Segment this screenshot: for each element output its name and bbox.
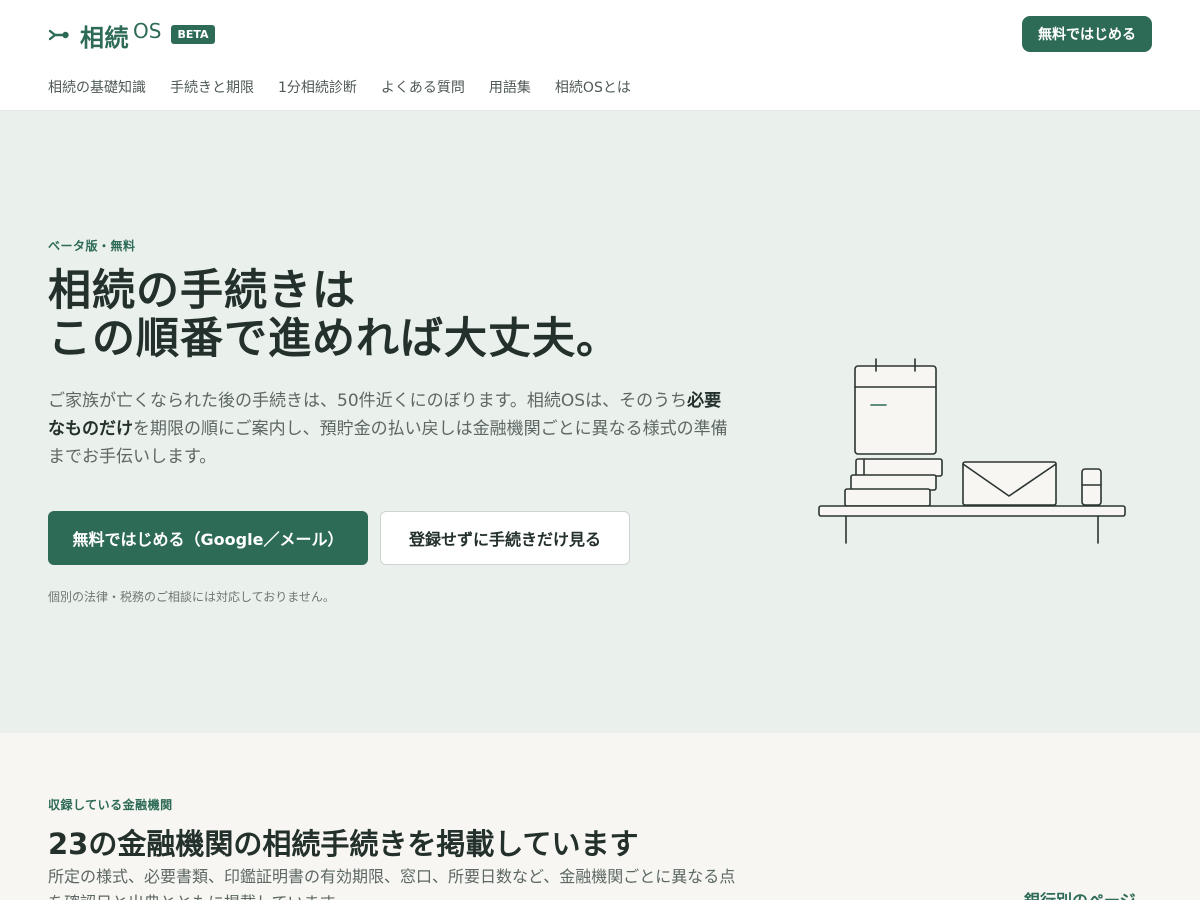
nav-item-faq[interactable]: よくある質問 xyxy=(381,76,465,100)
nav-item-procedures[interactable]: 手続きと期限 xyxy=(170,76,254,100)
calendar-icon xyxy=(854,358,937,455)
books-icon xyxy=(844,458,943,507)
hero-section: ベータ版・無料 相続の手続きは この順番で進めれば大丈夫。 ご家族が亡くなられた… xyxy=(0,111,1200,733)
envelope-icon xyxy=(962,461,1057,506)
hero-lead: ご家族が亡くなられた後の手続きは、50件近くにのぼります。相続OSは、そのうち必… xyxy=(48,387,728,471)
institutions-section: 収録している金融機関 23の金融機関の相続手続きを掲載しています 所定の様式、必… xyxy=(0,733,1200,900)
beta-badge: BETA xyxy=(171,24,215,44)
hero-title-line2: この順番で進めれば大丈夫。 xyxy=(48,314,620,364)
desk-calendar-books-envelope-illustration xyxy=(818,358,1126,544)
nav-item-glossary[interactable]: 用語集 xyxy=(489,76,531,100)
nav-item-basics[interactable]: 相続の基礎知識 xyxy=(48,76,146,100)
hero-lead-text-1: ご家族が亡くなられた後の手続きは、50件近くにのぼります。相続OSは、そのうち xyxy=(48,391,688,411)
header-start-button[interactable]: 無料ではじめる xyxy=(1022,16,1152,52)
nav-item-diagnosis[interactable]: 1分相続診断 xyxy=(278,76,357,100)
hero-title-line1: 相続の手続きは xyxy=(48,266,356,316)
site-logo[interactable]: 相続 OS BETA xyxy=(48,18,215,52)
desk-icon xyxy=(818,505,1126,544)
start-free-button[interactable]: 無料ではじめる（Google／メール） xyxy=(48,511,368,565)
hero-disclaimer: 個別の法律・税務のご相談には対応しておりません。 xyxy=(48,590,335,604)
cup-icon xyxy=(1081,468,1102,506)
logo-suffix: OS xyxy=(133,19,162,43)
connector-logo-icon xyxy=(48,29,69,41)
institutions-eyebrow: 収録している金融機関 xyxy=(48,798,173,812)
institutions-title: 23の金融機関の相続手続きを掲載しています xyxy=(48,827,639,861)
view-without-signup-button[interactable]: 登録せずに手続きだけ見る xyxy=(380,511,630,565)
institutions-lead: 所定の様式、必要書類、印鑑証明書の有効期限、窓口、所要日数など、金融機関ごとに異… xyxy=(48,867,736,900)
hero-lead-text-2: を期限の順にご案内し、預貯金の払い戻しは金融機関ごとに異なる様式の準備までお手伝… xyxy=(48,419,728,467)
hero-eyebrow: ベータ版・無料 xyxy=(48,239,136,253)
site-header: 相続 OS BETA 無料ではじめる 相続の基礎知識 手続きと期限 1分相続診断… xyxy=(0,0,1200,111)
bank-pages-link[interactable]: 銀行別のページ xyxy=(1024,887,1136,900)
hero-title: 相続の手続きは この順番で進めれば大丈夫。 xyxy=(48,267,748,363)
main-nav: 相続の基礎知識 手続きと期限 1分相続診断 よくある質問 用語集 相続OSとは xyxy=(48,76,631,100)
nav-item-about[interactable]: 相続OSとは xyxy=(555,76,631,100)
logo-name: 相続 xyxy=(80,23,129,52)
